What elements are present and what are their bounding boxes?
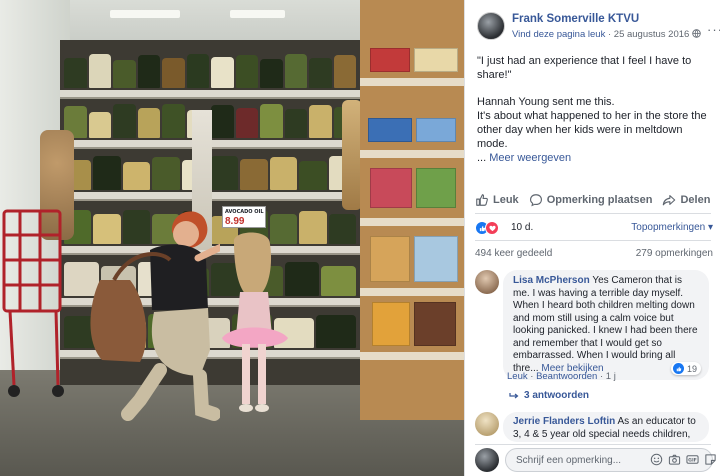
divider (475, 213, 711, 214)
comment-icon (529, 194, 542, 207)
comment-text: Yes Cameron that is me. I was having a t… (513, 275, 698, 374)
comment-actions: Leuk · Beantwoorden · 1 j (507, 371, 616, 382)
divider (475, 444, 711, 445)
ceiling-light (230, 10, 285, 18)
commenter-avatar[interactable] (475, 412, 499, 436)
meta-separator: · (607, 29, 612, 40)
reaction-count[interactable]: 10 d. (511, 222, 533, 233)
comment-like-link[interactable]: Leuk (507, 371, 528, 382)
comment-button[interactable]: Opmerking plaatsen (529, 193, 653, 207)
woman-kneeling (90, 211, 220, 421)
page-avatar[interactable] (477, 12, 505, 40)
like-button[interactable]: Leuk (475, 193, 519, 207)
love-reaction-icon (485, 221, 499, 235)
viewer-avatar (475, 448, 499, 472)
see-more-link[interactable]: Meer weergeven (489, 152, 571, 164)
view-replies-link[interactable]: 3 antwoorden (509, 390, 589, 401)
camera-icon[interactable] (668, 453, 681, 466)
share-icon (663, 195, 676, 206)
thumbs-up-icon (476, 194, 488, 206)
snack-bags (342, 100, 362, 210)
page-name-link[interactable]: Frank Somerville KTVU (512, 13, 639, 25)
post-meta: Vind deze pagina leuk · 25 augustus 2016 (512, 29, 701, 40)
divider (475, 240, 711, 241)
comment-reply-link[interactable]: Beantwoorden (536, 371, 597, 382)
share-button[interactable]: Delen (662, 193, 710, 207)
reaction-summary: 10 d. Topopmerkingen ▾ (475, 220, 713, 236)
child-in-tutu (222, 232, 288, 412)
post-panel: Frank Somerville KTVU Vind deze pagina l… (464, 0, 720, 476)
separator-dot: · (599, 371, 604, 382)
post-see-more-row: ... Meer weergeven (477, 151, 711, 165)
comment-bubble: Jerrie Flanders Loftin As an educator to… (503, 412, 709, 442)
sticker-icon[interactable] (704, 453, 717, 466)
price-tag-price: 8.99 (225, 216, 245, 227)
post-header: Frank Somerville KTVU Vind deze pagina l… (477, 10, 720, 46)
post-text: "I just had an experience that I feel I … (477, 54, 711, 165)
separator-dot: · (530, 371, 534, 382)
replies-count: 3 antwoorden (524, 390, 590, 401)
share-count[interactable]: 494 keer gedeeld (475, 248, 552, 259)
svg-text:GIF: GIF (688, 458, 697, 464)
reaction-icons[interactable] (475, 221, 499, 235)
post-line-2: It's about what happened to her in the s… (477, 110, 707, 150)
wooden-shelving (360, 0, 464, 420)
price-tag-label: AVOCADO OIL (225, 209, 264, 215)
price-tag: AVOCADO OIL 8.99 (222, 206, 266, 228)
comment-author[interactable]: Lisa McPherson (513, 275, 590, 286)
comment-like-badge[interactable]: 19 (671, 362, 702, 375)
post-photo[interactable]: AVOCADO OIL 8.99 (0, 0, 464, 476)
more-options-icon[interactable]: ··· (707, 22, 720, 37)
share-label: Delen (680, 194, 711, 206)
shopping-cart (2, 209, 64, 397)
post-stats: 494 keer gedeeld 279 opmerkingen (475, 248, 713, 262)
ceiling-light (110, 10, 180, 18)
post-date[interactable]: 25 augustus 2016 (614, 29, 690, 40)
comment-label: Opmerking plaatsen (546, 194, 653, 206)
like-page-link[interactable]: Vind deze pagina leuk (512, 29, 605, 40)
like-label: Leuk (493, 194, 519, 206)
comment-sort-dropdown[interactable]: Topopmerkingen ▾ (631, 222, 713, 233)
emoji-icon[interactable] (650, 453, 663, 466)
ellipsis: ... (477, 152, 487, 164)
comment-time[interactable]: 1 j (606, 371, 616, 382)
globe-icon (692, 29, 701, 38)
post-line-1: Hannah Young sent me this. (477, 96, 615, 108)
comment-like-count: 19 (687, 363, 698, 374)
like-reaction-icon (673, 363, 684, 374)
post-quote: "I just had an experience that I feel I … (477, 55, 692, 81)
composer-tools: GIF (650, 453, 717, 466)
comment-composer: GIF (475, 446, 716, 474)
commenter-avatar[interactable] (475, 270, 499, 294)
action-bar: Leuk Opmerking plaatsen Delen ▼ (475, 190, 713, 210)
comment-count[interactable]: 279 opmerkingen (636, 248, 713, 259)
comment-author[interactable]: Jerrie Flanders Loftin (513, 416, 615, 427)
reply-arrow-icon (509, 392, 519, 398)
gif-icon[interactable]: GIF (686, 453, 699, 466)
